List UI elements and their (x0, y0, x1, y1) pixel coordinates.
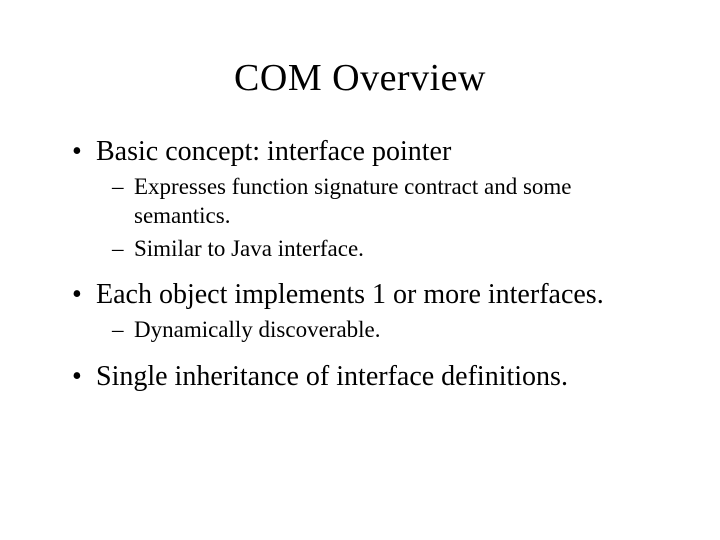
bullet-level2: Dynamically discoverable. (72, 316, 660, 345)
bullet-level2: Similar to Java interface. (72, 235, 660, 264)
bullet-level1: Basic concept: interface pointer (72, 134, 660, 169)
bullet-level2: Expresses function signature contract an… (72, 173, 660, 231)
slide-title: COM Overview (0, 0, 720, 120)
bullet-level1: Each object implements 1 or more interfa… (72, 277, 660, 312)
slide: COM Overview Basic concept: interface po… (0, 0, 720, 540)
bullet-level1: Single inheritance of interface definiti… (72, 359, 660, 394)
slide-body: Basic concept: interface pointer Express… (0, 134, 720, 394)
